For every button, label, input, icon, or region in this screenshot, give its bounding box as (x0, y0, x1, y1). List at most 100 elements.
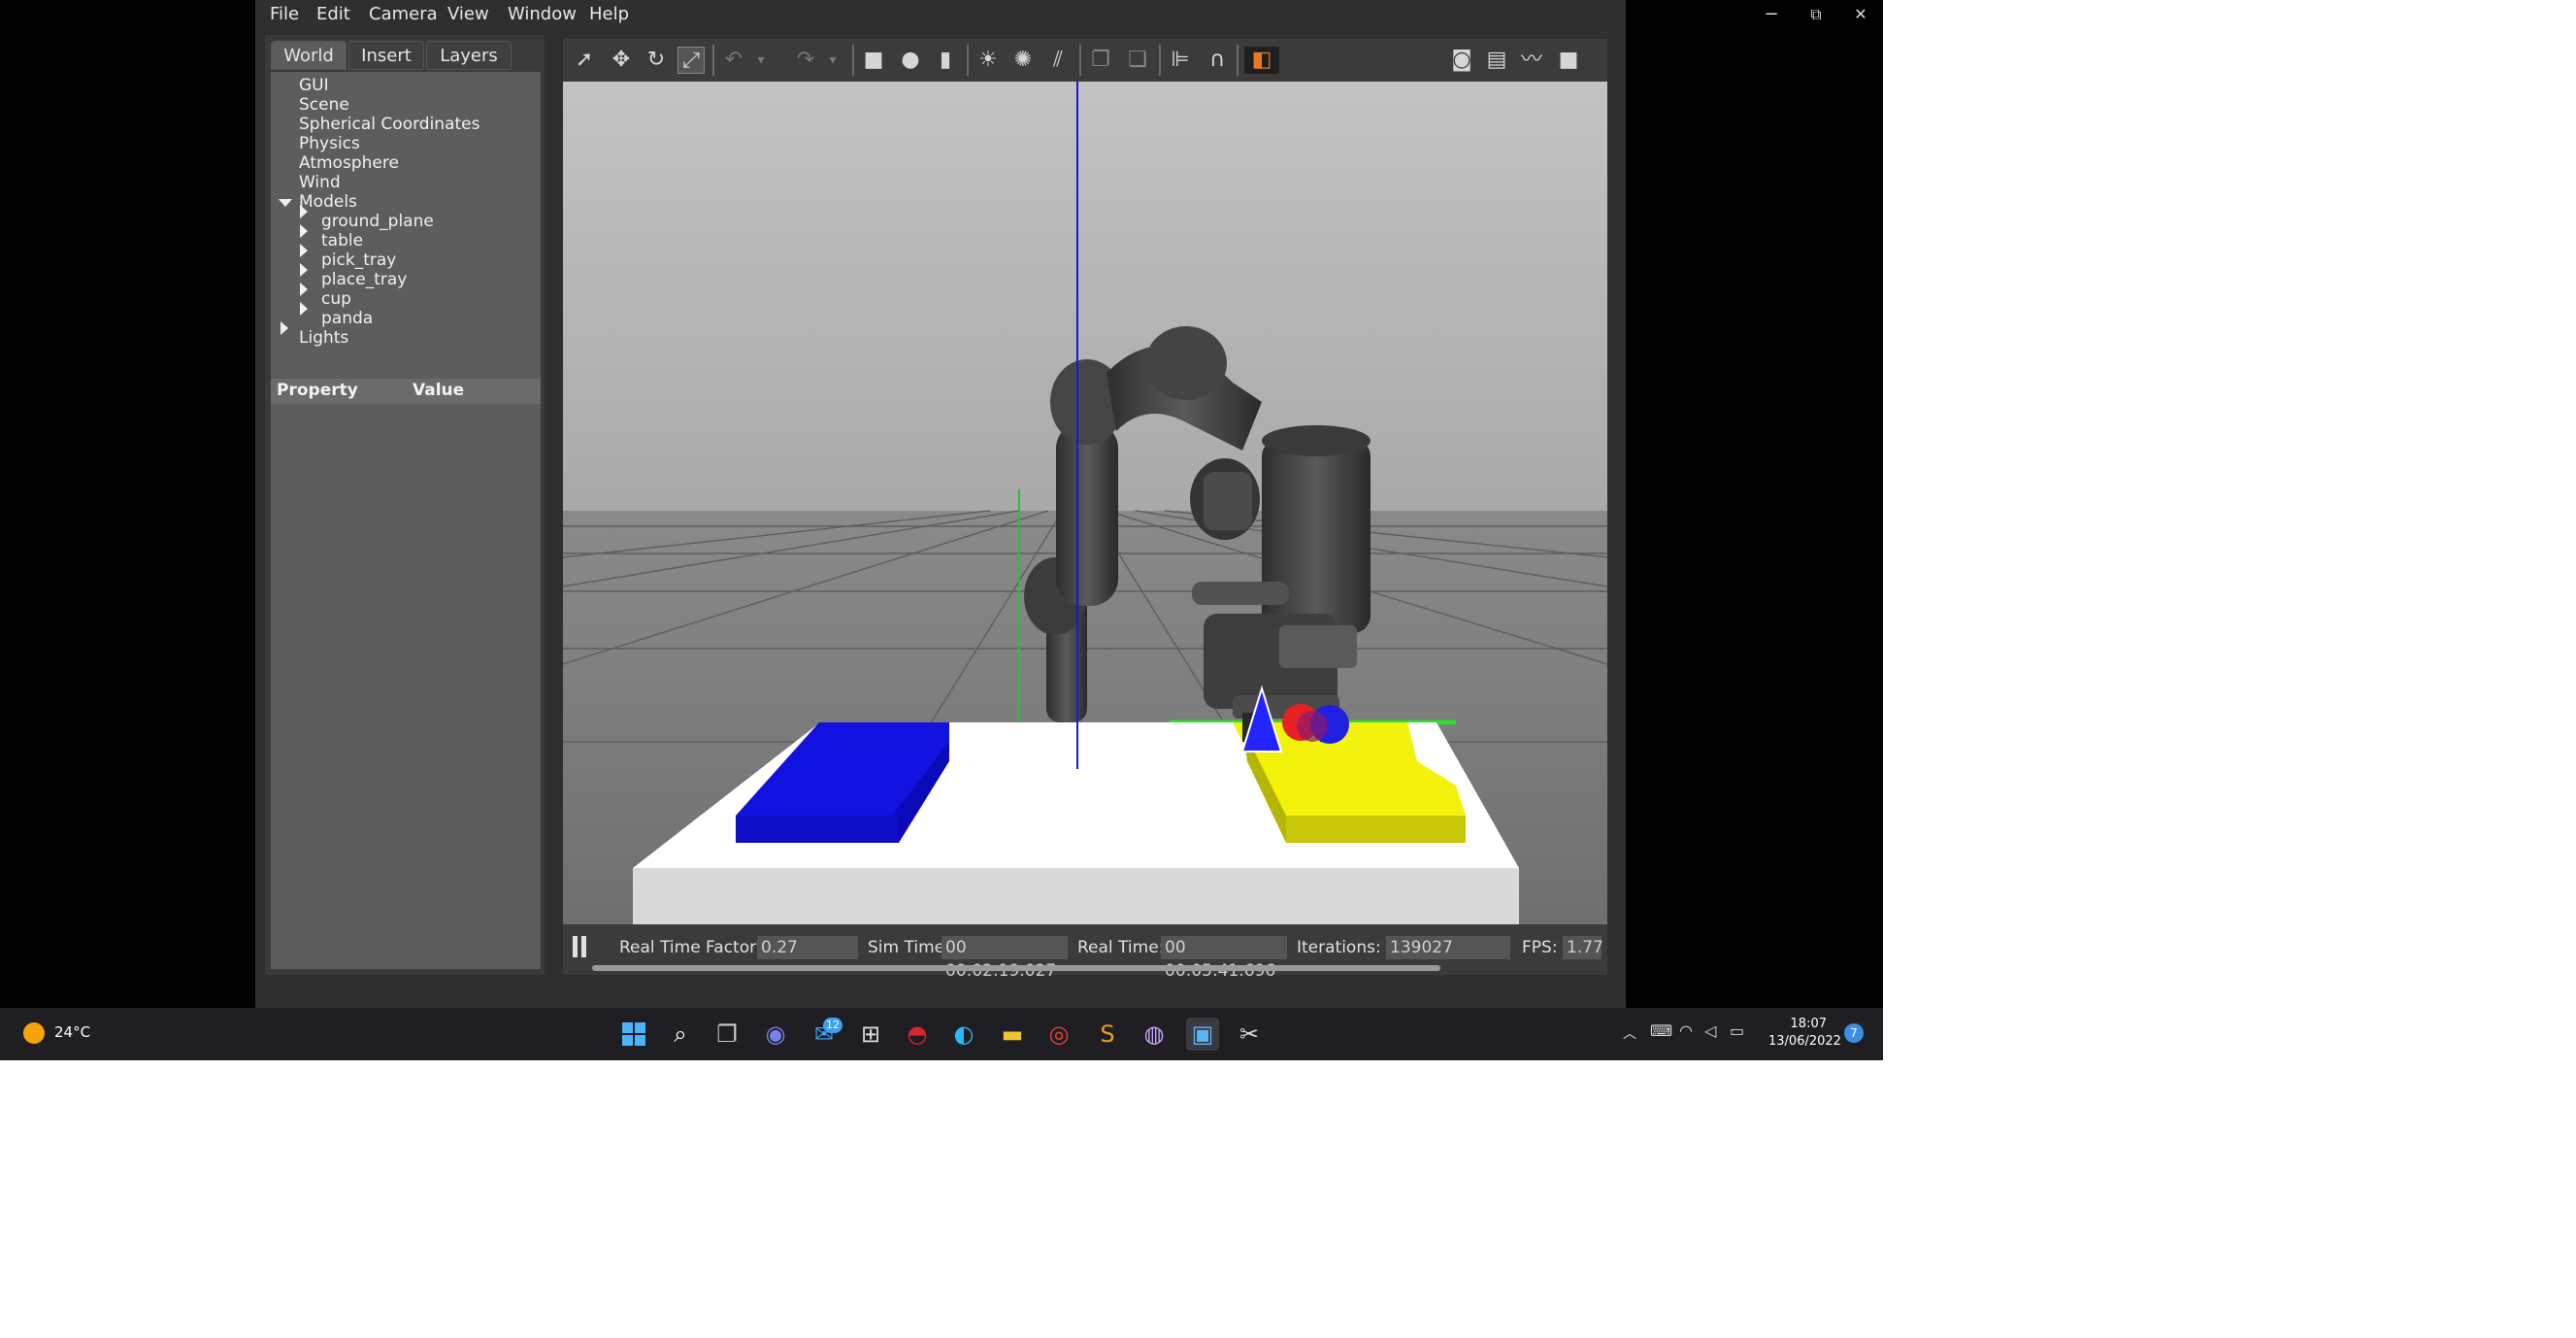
redo-history-icon[interactable]: ▾ (819, 47, 846, 74)
toolbar-separator (1159, 45, 1161, 76)
menu-file[interactable]: File (266, 2, 303, 27)
chevron-up-icon[interactable]: ︿ (1623, 1023, 1636, 1043)
maximize-button[interactable]: ⧉ (1794, 0, 1838, 29)
scale-mode-icon[interactable]: ⤢ (677, 47, 705, 74)
log-icon[interactable]: ▤ (1483, 47, 1510, 74)
plot-icon[interactable]: 〰 (1518, 47, 1545, 74)
battery-icon[interactable]: ▭ (1730, 1021, 1744, 1040)
search-icon[interactable]: ⌕ (664, 1018, 697, 1051)
toolbar-separator (1237, 45, 1238, 76)
mail-badge: 12 (823, 1018, 842, 1033)
point-light-icon[interactable]: ☀ (974, 47, 1002, 74)
undo-history-icon[interactable]: ▾ (747, 47, 775, 74)
scene-render (563, 82, 1607, 924)
undo-icon[interactable]: ↶ (720, 47, 747, 74)
sphere-shape-icon[interactable]: ● (897, 47, 924, 74)
pause-icon[interactable] (573, 936, 588, 957)
start-icon[interactable] (617, 1018, 650, 1051)
screenshot-icon[interactable]: ◙ (1448, 47, 1475, 74)
rotate-mode-icon[interactable]: ↻ (643, 47, 670, 74)
file-explorer-icon[interactable]: ▬ (996, 1018, 1029, 1051)
record-video-icon[interactable]: ■ (1555, 47, 1582, 74)
select-mode-icon[interactable]: ➚ (571, 47, 598, 74)
property-column-header: Property (277, 381, 358, 400)
taskbar: 24°C ⌕ ❐ ◉ ✉ 12 ⊞ ◓ ◐ ▬ ◎ S ◍ ▣ ✂ ︿ ⌨ ◠ … (0, 1008, 1883, 1060)
directional-light-icon[interactable]: ⫽ (1044, 47, 1072, 74)
real-time-value: 00 00:05:41.696 (1161, 936, 1287, 981)
box-shape-icon[interactable]: ■ (860, 47, 887, 74)
minimize-button-2[interactable]: − (1749, 0, 1794, 29)
iterations-label: Iterations: (1297, 938, 1381, 957)
menu-edit[interactable]: Edit (313, 2, 354, 27)
tree-item-cup[interactable]: cup (321, 289, 351, 309)
toolbar: ➚ ✥ ↻ ⤢ ↶ ▾ ↷ ▾ ■ ● ▮ ☀ ✺ ⫽ ❐ ❏ ⊫ ∩ ◧ ◙ (563, 39, 1607, 82)
align-icon[interactable]: ⊫ (1167, 47, 1194, 74)
tree-item-lights[interactable]: Lights (299, 328, 348, 348)
property-header: Property Value (271, 379, 541, 404)
menu-bar: File Edit Camera View Window Help (255, 0, 1626, 29)
github-icon[interactable]: ◍ (1138, 1018, 1171, 1051)
tree-item-table[interactable]: table (321, 231, 363, 251)
notification-badge[interactable]: 7 (1844, 1023, 1864, 1043)
tree-item-ground-plane[interactable]: ground_plane (321, 212, 434, 231)
remote-desktop-icon[interactable]: ▣ (1186, 1018, 1219, 1051)
tree-item-atmosphere[interactable]: Atmosphere (299, 153, 399, 173)
3d-viewport[interactable] (563, 82, 1607, 924)
horizontal-scrollbar[interactable] (592, 965, 1440, 971)
chat-icon[interactable]: ◉ (759, 1018, 792, 1051)
tree-item-panda[interactable]: panda (321, 309, 373, 328)
app-icon[interactable]: ◓ (901, 1018, 934, 1051)
wifi-icon[interactable]: ◠ (1679, 1021, 1693, 1040)
keyboard-icon[interactable]: ⌨ (1650, 1021, 1672, 1040)
expand-arrow-icon[interactable] (281, 321, 288, 335)
tab-layers[interactable]: Layers (426, 41, 512, 70)
tab-world[interactable]: World (271, 41, 347, 70)
status-bar: Real Time Factor: 0.27 Sim Time: 00 00:0… (563, 924, 1607, 981)
toolbar-separator (852, 45, 854, 76)
snap-icon[interactable]: ∩ (1204, 47, 1231, 74)
store-icon[interactable]: ⊞ (854, 1018, 887, 1051)
paste-icon[interactable]: ❏ (1124, 47, 1151, 74)
translate-mode-icon[interactable]: ✥ (608, 47, 635, 74)
value-column-header: Value (413, 381, 465, 400)
tree-item-place-tray[interactable]: place_tray (321, 270, 407, 289)
expand-arrow-icon[interactable] (300, 244, 308, 257)
rtf-value: 0.27 (757, 936, 858, 959)
clock-date[interactable]: 13/06/2022 (1768, 1034, 1841, 1049)
place-tray-side (1286, 816, 1466, 843)
chrome-icon[interactable]: ◎ (1042, 1018, 1075, 1051)
redo-icon[interactable]: ↷ (792, 47, 819, 74)
clock-time[interactable]: 18:07 (1768, 1017, 1827, 1031)
spot-light-icon[interactable]: ✺ (1009, 47, 1037, 74)
collapse-arrow-icon[interactable] (279, 199, 292, 207)
weather-temp[interactable]: 24°C (54, 1023, 90, 1041)
task-view-icon[interactable]: ❐ (710, 1018, 743, 1051)
weather-icon[interactable] (23, 1022, 45, 1044)
menu-camera[interactable]: Camera (365, 2, 442, 27)
tab-insert[interactable]: Insert (348, 41, 424, 70)
volume-icon[interactable]: ◁ (1704, 1021, 1716, 1040)
world-tree: GUI Scene Spherical Coordinates Physics … (271, 72, 541, 381)
tree-item-gui[interactable]: GUI (299, 76, 329, 95)
tree-item-pick-tray[interactable]: pick_tray (321, 251, 396, 270)
view-angle-icon[interactable]: ◧ (1244, 47, 1279, 74)
menu-help[interactable]: Help (585, 2, 633, 27)
snipping-icon[interactable]: ✂ (1233, 1018, 1266, 1051)
expand-arrow-icon[interactable] (300, 224, 308, 238)
menu-window[interactable]: Window (504, 2, 580, 27)
expand-arrow-icon[interactable] (300, 263, 308, 277)
menu-view[interactable]: View (444, 2, 493, 27)
sublime-icon[interactable]: S (1091, 1018, 1124, 1051)
sim-time-label: Sim Time: (868, 938, 950, 957)
cylinder-shape-icon[interactable]: ▮ (932, 47, 959, 74)
expand-arrow-icon[interactable] (300, 205, 308, 218)
tree-item-spherical-coordinates[interactable]: Spherical Coordinates (299, 115, 479, 134)
expand-arrow-icon[interactable] (300, 283, 308, 296)
expand-arrow-icon[interactable] (300, 302, 308, 316)
tree-item-wind[interactable]: Wind (299, 173, 341, 192)
close-button[interactable]: ✕ (1838, 0, 1883, 29)
edge-icon[interactable]: ◐ (947, 1018, 980, 1051)
copy-icon[interactable]: ❐ (1087, 47, 1114, 74)
tree-item-scene[interactable]: Scene (299, 95, 349, 115)
tree-item-physics[interactable]: Physics (299, 134, 360, 153)
